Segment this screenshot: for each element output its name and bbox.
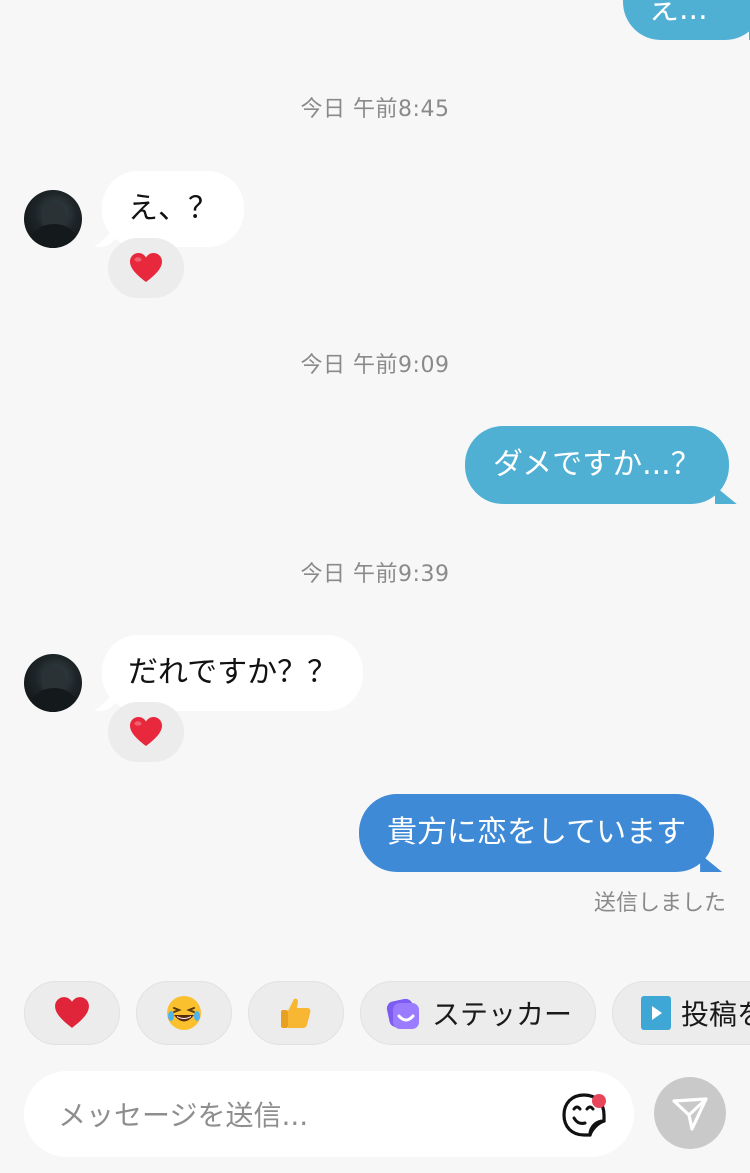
avatar[interactable] <box>24 190 82 248</box>
timestamp: 今日 午前8:45 <box>300 97 450 122</box>
timestamp: 今日 午前9:09 <box>300 353 450 378</box>
message-input-placeholder: メッセージを送信... <box>58 1099 309 1132</box>
quick-reaction-heart[interactable] <box>24 981 120 1045</box>
send-button[interactable] <box>654 1077 726 1149</box>
message-input[interactable]: メッセージを送信... <box>24 1071 634 1157</box>
sticker-face-icon <box>562 1093 606 1137</box>
outgoing-message-bubble[interactable]: 貴方に恋をしています <box>359 794 715 872</box>
quick-reaction-laugh[interactable] <box>136 981 232 1045</box>
play-post-icon <box>641 996 671 1030</box>
heart-icon <box>130 717 162 746</box>
incoming-message-bubble[interactable]: え、？ <box>102 171 244 247</box>
outgoing-message-bubble[interactable]: ダメですか...？ <box>465 426 729 504</box>
message-text: だれですか？？ <box>128 655 338 690</box>
sticker-chip-label: ステッカー <box>431 998 572 1031</box>
message-reaction[interactable] <box>108 702 184 762</box>
quick-reaction-thumbs-up[interactable] <box>248 981 344 1045</box>
post-chip[interactable]: 投稿を <box>612 981 750 1045</box>
outgoing-message-bubble[interactable]: え... <box>623 0 750 40</box>
sticker-button[interactable] <box>560 1091 608 1139</box>
message-text: 貴方に恋をしています <box>387 815 687 850</box>
notification-dot <box>592 1094 606 1108</box>
message-reaction[interactable] <box>108 238 184 298</box>
laughing-emoji-icon <box>167 996 201 1030</box>
sticker-chip[interactable]: ステッカー <box>360 981 596 1045</box>
sticker-icon <box>386 998 419 1029</box>
message-text: ダメですか...？ <box>493 447 701 482</box>
message-text: え... <box>649 0 708 27</box>
thumbs-up-icon <box>281 998 311 1028</box>
incoming-message-bubble[interactable]: だれですか？？ <box>102 635 364 711</box>
message-text: え、？ <box>128 191 218 226</box>
heart-icon <box>130 253 162 282</box>
timestamp: 今日 午前9:39 <box>300 562 450 587</box>
post-chip-label: 投稿を <box>681 998 750 1031</box>
avatar[interactable] <box>24 654 82 712</box>
sent-status: 送信しました <box>593 891 726 916</box>
heart-icon <box>55 997 89 1028</box>
send-arrow-icon <box>672 1097 708 1131</box>
